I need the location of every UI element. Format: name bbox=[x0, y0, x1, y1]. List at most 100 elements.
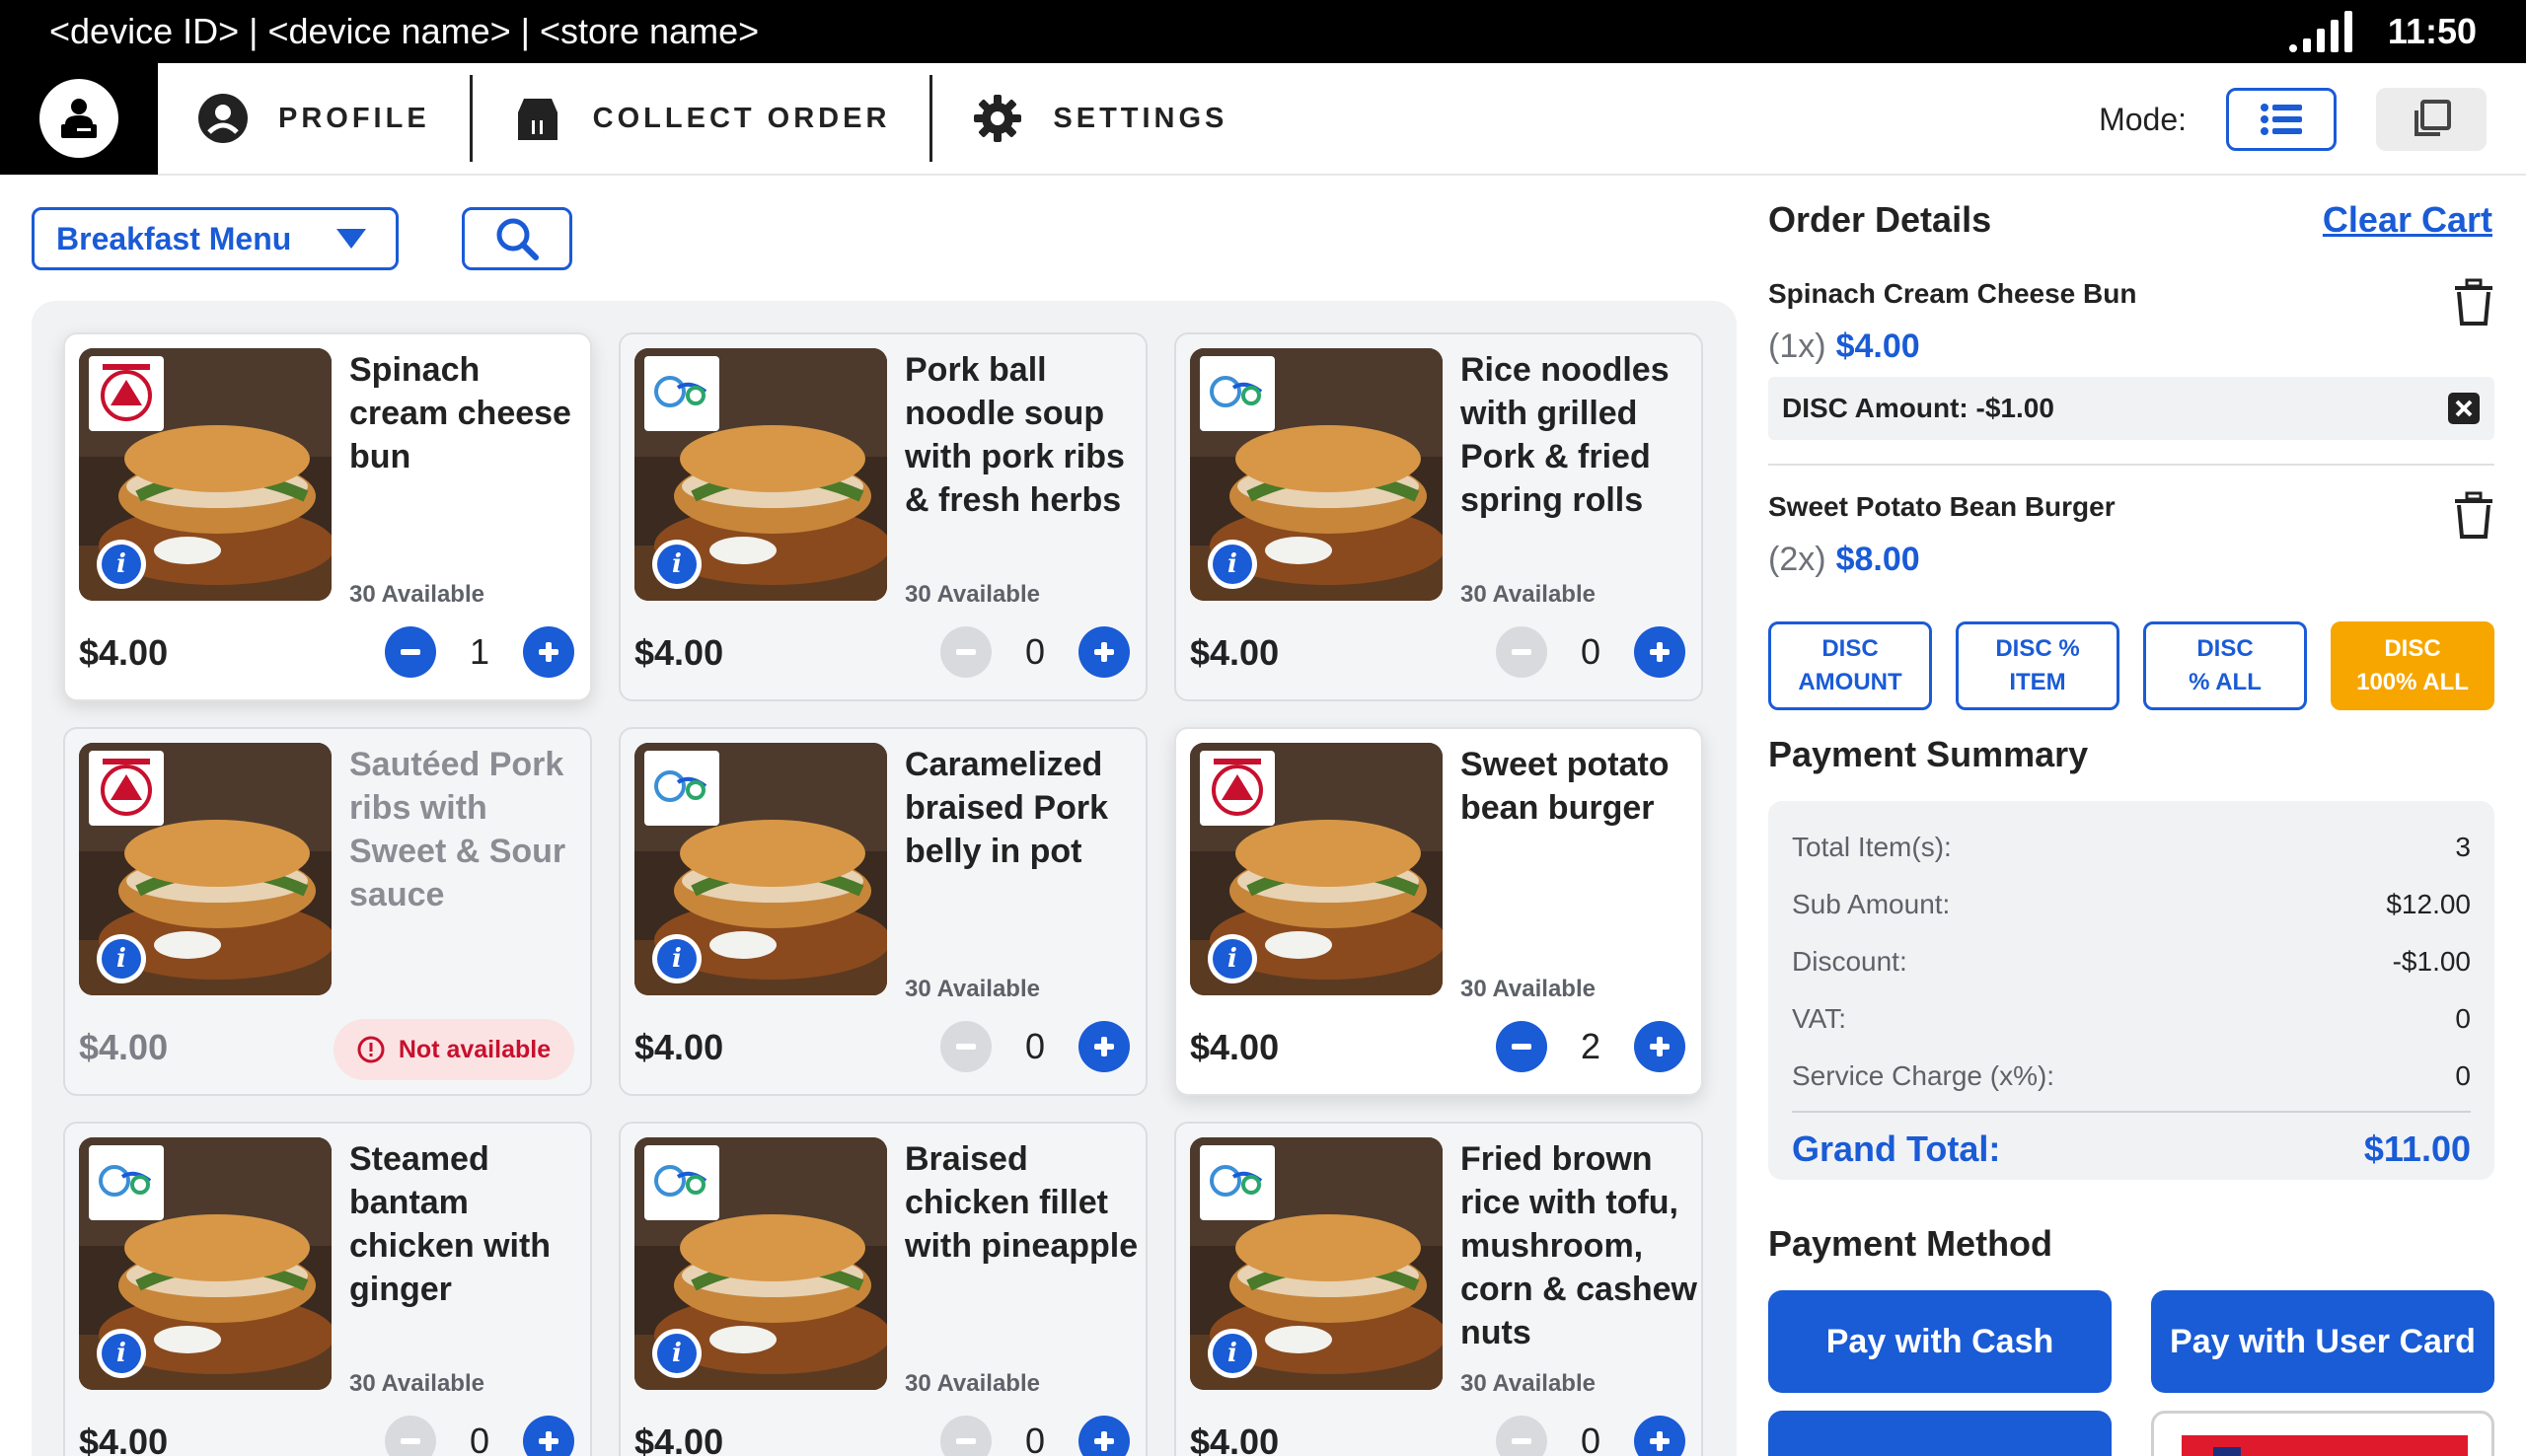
product-card[interactable]: i Pork ball noodle soup with pork ribs &… bbox=[619, 332, 1148, 701]
menu-dropdown[interactable]: Breakfast Menu bbox=[32, 207, 399, 270]
summary-label: Sub Amount: bbox=[1792, 889, 1951, 919]
pay-cash-button[interactable]: Pay with Cash bbox=[1768, 1290, 2112, 1393]
product-availability: 30 Available bbox=[1460, 976, 1596, 1002]
minus-icon bbox=[953, 1034, 979, 1059]
product-card[interactable]: i Spinach cream cheese bun 30 Available … bbox=[63, 332, 592, 701]
grand-total-value: $11.00 bbox=[2363, 1128, 2471, 1169]
info-button[interactable]: i bbox=[1208, 934, 1257, 983]
pay-user-card-button[interactable]: Pay with User Card bbox=[2151, 1290, 2494, 1393]
app-logo[interactable] bbox=[0, 62, 158, 175]
pay-option-button[interactable] bbox=[1768, 1411, 2112, 1456]
decrement-button[interactable] bbox=[940, 1021, 992, 1072]
increment-button[interactable] bbox=[1634, 1416, 1685, 1456]
trash-icon[interactable] bbox=[2453, 491, 2494, 539]
disc-btn-line1: DISC bbox=[2384, 635, 2441, 662]
product-price: $4.00 bbox=[1190, 1421, 1280, 1456]
info-button[interactable]: i bbox=[652, 934, 702, 983]
list-icon bbox=[2261, 104, 2302, 135]
nav-profile[interactable]: PROFILE bbox=[158, 75, 470, 162]
disc-amount-button[interactable]: DISC AMOUNT bbox=[1768, 621, 1932, 710]
product-name: Sautéed Pork ribs with Sweet & Sour sauc… bbox=[349, 746, 566, 913]
order-item-name: Sweet Potato Bean Burger bbox=[1768, 491, 2116, 522]
cashier-icon bbox=[39, 79, 118, 158]
product-name: Rice noodles with grilled Pork & fried s… bbox=[1460, 351, 1670, 519]
clear-cart-link[interactable]: Clear Cart bbox=[2323, 199, 2492, 241]
product-name: Pork ball noodle soup with pork ribs & f… bbox=[905, 351, 1125, 519]
summary-row: Total Item(s): 3 bbox=[1792, 819, 2471, 876]
product-card[interactable]: i Sautéed Pork ribs with Sweet & Sour sa… bbox=[63, 727, 592, 1096]
product-image: i bbox=[79, 1137, 332, 1390]
decrement-button[interactable] bbox=[385, 626, 436, 678]
disc-percent-all-button[interactable]: DISC % ALL bbox=[2143, 621, 2307, 710]
product-card[interactable]: i Steamed bantam chicken with ginger 30 … bbox=[63, 1122, 592, 1456]
info-button[interactable]: i bbox=[97, 1329, 146, 1378]
quantity-stepper: 0 bbox=[940, 1021, 1130, 1072]
disc-btn-line1: DISC bbox=[2196, 635, 2254, 662]
product-image: i bbox=[634, 743, 887, 995]
menu-dropdown-value: Breakfast Menu bbox=[56, 220, 292, 256]
increment-button[interactable] bbox=[1078, 1021, 1130, 1072]
quantity-stepper: 2 bbox=[1496, 1021, 1685, 1072]
grand-total: Grand Total: $11.00 bbox=[1792, 1123, 2471, 1176]
product-price: $4.00 bbox=[79, 1027, 169, 1067]
mode-label: Mode: bbox=[2099, 101, 2187, 137]
info-icon: i bbox=[657, 1334, 697, 1373]
quantity-value: 0 bbox=[1024, 1026, 1046, 1066]
disc-btn-line1: DISC bbox=[1821, 635, 1879, 662]
summary-label: VAT: bbox=[1792, 1003, 1846, 1034]
quantity-value: 0 bbox=[1024, 631, 1046, 672]
increment-button[interactable] bbox=[523, 626, 574, 678]
signal-icon bbox=[2288, 11, 2352, 52]
info-button[interactable]: i bbox=[652, 540, 702, 589]
minus-icon bbox=[953, 1428, 979, 1454]
product-image: i bbox=[634, 1137, 887, 1390]
product-price: $4.00 bbox=[634, 632, 724, 673]
increment-button[interactable] bbox=[1634, 626, 1685, 678]
increment-button[interactable] bbox=[1078, 1416, 1130, 1456]
increment-button[interactable] bbox=[1634, 1021, 1685, 1072]
product-card[interactable]: i Sweet potato bean burger 30 Available … bbox=[1174, 727, 1703, 1096]
info-button[interactable]: i bbox=[1208, 1329, 1257, 1378]
decrement-button[interactable] bbox=[385, 1416, 436, 1456]
close-icon[interactable] bbox=[2447, 392, 2481, 425]
quantity-value: 0 bbox=[1580, 631, 1601, 672]
product-image: i bbox=[1190, 1137, 1443, 1390]
disc-btn-line1: DISC % bbox=[1995, 635, 2080, 662]
decrement-button[interactable] bbox=[1496, 1416, 1547, 1456]
search-icon bbox=[496, 218, 539, 260]
not-available-text: Not available bbox=[398, 1035, 552, 1063]
info-button[interactable]: i bbox=[97, 934, 146, 983]
info-button[interactable]: i bbox=[1208, 540, 1257, 589]
info-button[interactable]: i bbox=[97, 540, 146, 589]
store-icon bbox=[517, 99, 557, 140]
increment-button[interactable] bbox=[523, 1416, 574, 1456]
disc-percent-item-button[interactable]: DISC % ITEM bbox=[1956, 621, 2119, 710]
nav-collect-order-label: COLLECT ORDER bbox=[592, 102, 891, 134]
product-card[interactable]: i Braised chicken fillet with pineapple … bbox=[619, 1122, 1148, 1456]
trash-icon[interactable] bbox=[2453, 278, 2494, 326]
decrement-button[interactable] bbox=[1496, 1021, 1547, 1072]
product-name: Fried brown rice with tofu, mushroom, co… bbox=[1460, 1140, 1697, 1351]
product-card[interactable]: i Fried brown rice with tofu, mushroom, … bbox=[1174, 1122, 1703, 1456]
disc-100-all-button[interactable]: DISC 100% ALL bbox=[2331, 621, 2494, 710]
list-mode-button[interactable] bbox=[2226, 88, 2337, 151]
quantity-value: 0 bbox=[469, 1420, 490, 1456]
increment-button[interactable] bbox=[1078, 626, 1130, 678]
decrement-button[interactable] bbox=[1496, 626, 1547, 678]
info-button[interactable]: i bbox=[652, 1329, 702, 1378]
decrement-button[interactable] bbox=[940, 626, 992, 678]
product-price: $4.00 bbox=[634, 1027, 724, 1067]
grid-mode-button[interactable] bbox=[2376, 88, 2487, 151]
nets-payment-button[interactable] bbox=[2151, 1411, 2494, 1456]
product-availability: 30 Available bbox=[1460, 1370, 1596, 1397]
minus-icon bbox=[398, 1428, 423, 1454]
product-card[interactable]: i Rice noodles with grilled Pork & fried… bbox=[1174, 332, 1703, 701]
nav-collect-order[interactable]: COLLECT ORDER bbox=[473, 75, 930, 162]
product-card[interactable]: i Caramelized braised Pork belly in pot … bbox=[619, 727, 1148, 1096]
nav-settings[interactable]: SETTINGS bbox=[932, 75, 1267, 162]
order-item-qty: (1x) bbox=[1768, 328, 1826, 365]
decrement-button[interactable] bbox=[940, 1416, 992, 1456]
quantity-value: 0 bbox=[1580, 1420, 1601, 1456]
search-button[interactable] bbox=[462, 207, 572, 270]
summary-value: 3 bbox=[2455, 832, 2471, 862]
